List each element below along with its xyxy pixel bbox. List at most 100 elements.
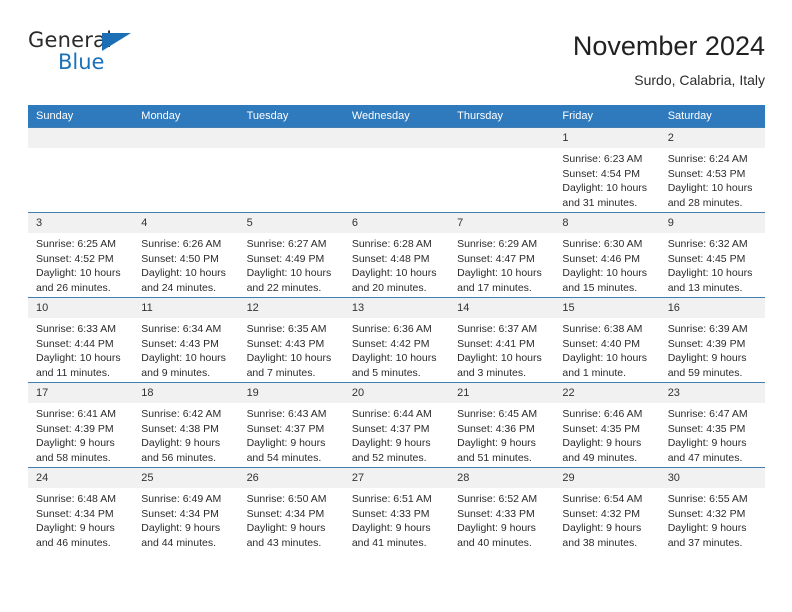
daylight-text: Daylight: 9 hours xyxy=(457,437,536,450)
weekday-header-monday: Monday xyxy=(133,105,239,128)
day-details: Sunrise: 6:51 AM Sunset: 4:33 PM Daylight:… xyxy=(344,488,449,550)
day-details: Sunrise: 6:30 AM Sunset: 4:46 PM Daylight:… xyxy=(554,233,659,295)
calendar-day-cell[interactable]: 21 Sunrise: 6:45 AM Sunset: 4:36 PM Dayligh… xyxy=(449,382,555,468)
daylight-text: Daylight: 10 hours xyxy=(562,267,648,280)
calendar-week-row: 24 Sunrise: 6:48 AM Sunset: 4:34 PM Dayligh… xyxy=(28,467,765,552)
day-number: 29 xyxy=(554,468,660,488)
day-details: Sunrise: 6:49 AM Sunset: 4:34 PM Daylight:… xyxy=(133,488,238,550)
sunrise-text: Sunrise: 6:49 AM xyxy=(141,493,222,505)
sunrise-text: Sunrise: 6:48 AM xyxy=(36,493,116,505)
day-number: 16 xyxy=(659,298,765,318)
day-number: 8 xyxy=(554,213,660,233)
sunrise-text: Sunrise: 6:33 AM xyxy=(36,323,116,335)
daylight-text: Daylight: 9 hours xyxy=(667,352,747,365)
calendar-day-cell[interactable]: 24 Sunrise: 6:48 AM Sunset: 4:34 PM Dayligh… xyxy=(28,467,134,552)
calendar-body: 1 Sunrise: 6:23 AM Sunset: 4:54 PM Daylight… xyxy=(28,127,765,552)
calendar-day-cell[interactable]: 1 Sunrise: 6:23 AM Sunset: 4:54 PM Daylight… xyxy=(554,127,660,213)
sunset-text: Sunset: 4:40 PM xyxy=(562,337,641,350)
daylight-text: Daylight: 9 hours xyxy=(246,522,326,535)
day-details: Sunrise: 6:41 AM Sunset: 4:39 PM Daylight:… xyxy=(28,403,133,465)
daylight-text: Daylight: 9 hours xyxy=(36,522,115,535)
daylight-text: Daylight: 9 hours xyxy=(457,522,536,535)
calendar-day-cell[interactable]: 10 Sunrise: 6:33 AM Sunset: 4:44 PM Dayligh… xyxy=(28,297,134,383)
day-number: 20 xyxy=(343,383,450,403)
sunset-text: Sunset: 4:53 PM xyxy=(667,167,746,180)
sunrise-text: Sunrise: 6:29 AM xyxy=(457,238,538,250)
calendar-day-cell[interactable]: 30 Sunrise: 6:55 AM Sunset: 4:32 PM Dayligh… xyxy=(659,467,765,552)
day-number: 11 xyxy=(133,298,239,318)
day-number: 6 xyxy=(343,213,450,233)
day-details: Sunrise: 6:42 AM Sunset: 4:38 PM Daylight:… xyxy=(133,403,238,465)
day-details: Sunrise: 6:26 AM Sunset: 4:50 PM Daylight:… xyxy=(133,233,238,295)
calendar-day-cell[interactable]: 16 Sunrise: 6:39 AM Sunset: 4:39 PM Dayligh… xyxy=(659,297,765,383)
sunset-text: Sunset: 4:43 PM xyxy=(141,337,219,350)
calendar-day-cell[interactable]: 12 Sunrise: 6:35 AM Sunset: 4:43 PM Dayligh… xyxy=(238,297,344,383)
calendar-day-cell[interactable]: 18 Sunrise: 6:42 AM Sunset: 4:38 PM Dayligh… xyxy=(133,382,239,468)
day-number: 27 xyxy=(343,468,450,488)
sunrise-text: Sunrise: 6:51 AM xyxy=(351,493,432,505)
calendar-day-cell[interactable]: 7 Sunrise: 6:29 AM Sunset: 4:47 PM Daylight… xyxy=(449,212,555,298)
sunset-text: Sunset: 4:50 PM xyxy=(141,252,219,265)
calendar-day-cell[interactable]: 27 Sunrise: 6:51 AM Sunset: 4:33 PM Dayligh… xyxy=(343,467,450,552)
sunrise-text: Sunrise: 6:54 AM xyxy=(562,493,643,505)
sunset-text: Sunset: 4:34 PM xyxy=(141,507,219,520)
day-number: 10 xyxy=(28,298,134,318)
sunrise-text: Sunrise: 6:24 AM xyxy=(667,153,748,165)
calendar-day-cell[interactable]: 23 Sunrise: 6:47 AM Sunset: 4:35 PM Dayligh… xyxy=(659,382,765,468)
generalblue-logo[interactable]: General Blue xyxy=(28,28,140,78)
calendar-day-cell[interactable]: 6 Sunrise: 6:28 AM Sunset: 4:48 PM Daylight… xyxy=(343,212,450,298)
calendar-day-cell[interactable]: 8 Sunrise: 6:30 AM Sunset: 4:46 PM Daylight… xyxy=(554,212,660,298)
day-details xyxy=(133,148,238,152)
sunset-text: Sunset: 4:47 PM xyxy=(457,252,535,265)
day-number: 25 xyxy=(133,468,239,488)
logo-triangle-icon xyxy=(102,33,131,51)
sunset-text: Sunset: 4:46 PM xyxy=(562,252,641,265)
calendar-week-row: 1 Sunrise: 6:23 AM Sunset: 4:54 PM Daylight… xyxy=(28,127,765,213)
calendar-day-cell[interactable]: 22 Sunrise: 6:46 AM Sunset: 4:35 PM Dayligh… xyxy=(554,382,660,468)
sunset-text: Sunset: 4:39 PM xyxy=(36,422,114,435)
calendar-day-cell[interactable]: 5 Sunrise: 6:27 AM Sunset: 4:49 PM Daylight… xyxy=(238,212,344,298)
calendar-day-cell[interactable]: 19 Sunrise: 6:43 AM Sunset: 4:37 PM Dayligh… xyxy=(238,382,344,468)
sunset-text: Sunset: 4:48 PM xyxy=(351,252,430,265)
calendar-day-cell[interactable]: 4 Sunrise: 6:26 AM Sunset: 4:50 PM Daylight… xyxy=(133,212,239,298)
calendar-day-cell[interactable]: 3 Sunrise: 6:25 AM Sunset: 4:52 PM Daylight… xyxy=(28,212,134,298)
day-details: Sunrise: 6:39 AM Sunset: 4:39 PM Daylight:… xyxy=(660,318,765,380)
daylight-text: Daylight: 10 hours xyxy=(562,352,648,365)
calendar-day-cell[interactable]: 26 Sunrise: 6:50 AM Sunset: 4:34 PM Dayligh… xyxy=(238,467,344,552)
daylight-text: and 3 minutes. xyxy=(457,366,527,379)
day-details xyxy=(344,148,449,152)
daylight-text: Daylight: 10 hours xyxy=(351,267,437,280)
sunset-text: Sunset: 4:45 PM xyxy=(667,252,746,265)
calendar-day-cell[interactable]: 15 Sunrise: 6:38 AM Sunset: 4:40 PM Dayligh… xyxy=(554,297,660,383)
calendar-day-cell[interactable]: 13 Sunrise: 6:36 AM Sunset: 4:42 PM Dayligh… xyxy=(343,297,450,383)
sunset-text: Sunset: 4:37 PM xyxy=(351,422,430,435)
day-details: Sunrise: 6:32 AM Sunset: 4:45 PM Daylight:… xyxy=(660,233,765,295)
sunrise-text: Sunrise: 6:45 AM xyxy=(457,408,538,420)
calendar-day-cell[interactable]: 11 Sunrise: 6:34 AM Sunset: 4:43 PM Dayligh… xyxy=(133,297,239,383)
calendar-day-cell[interactable]: 20 Sunrise: 6:44 AM Sunset: 4:37 PM Dayligh… xyxy=(343,382,450,468)
calendar-day-cell-empty xyxy=(238,127,344,213)
page-header: General Blue November 2024 Surdo, Calabr… xyxy=(28,28,765,94)
daylight-text: Daylight: 10 hours xyxy=(141,267,226,280)
daylight-text: Daylight: 10 hours xyxy=(667,182,753,195)
day-details xyxy=(449,148,554,152)
daylight-text: and 49 minutes. xyxy=(562,451,638,464)
calendar-day-cell[interactable]: 28 Sunrise: 6:52 AM Sunset: 4:33 PM Dayligh… xyxy=(449,467,555,552)
day-number: 2 xyxy=(659,128,765,148)
calendar-week-row: 10 Sunrise: 6:33 AM Sunset: 4:44 PM Dayligh… xyxy=(28,297,765,383)
daylight-text: Daylight: 9 hours xyxy=(562,437,642,450)
page-subtitle: Surdo, Calabria, Italy xyxy=(634,72,765,88)
daylight-text: and 1 minute. xyxy=(562,366,627,379)
calendar-day-cell[interactable]: 9 Sunrise: 6:32 AM Sunset: 4:45 PM Daylight… xyxy=(659,212,765,298)
calendar-day-cell[interactable]: 14 Sunrise: 6:37 AM Sunset: 4:41 PM Dayligh… xyxy=(449,297,555,383)
sunset-text: Sunset: 4:32 PM xyxy=(562,507,641,520)
day-number: 28 xyxy=(449,468,555,488)
calendar-day-cell[interactable]: 29 Sunrise: 6:54 AM Sunset: 4:32 PM Dayligh… xyxy=(554,467,660,552)
calendar-day-cell[interactable]: 25 Sunrise: 6:49 AM Sunset: 4:34 PM Dayligh… xyxy=(133,467,239,552)
day-number: 1 xyxy=(554,128,660,148)
daylight-text: Daylight: 10 hours xyxy=(457,352,542,365)
calendar-day-cell[interactable]: 17 Sunrise: 6:41 AM Sunset: 4:39 PM Dayligh… xyxy=(28,382,134,468)
logo-text-general: General xyxy=(28,28,113,52)
daylight-text: Daylight: 10 hours xyxy=(351,352,437,365)
calendar-day-cell[interactable]: 2 Sunrise: 6:24 AM Sunset: 4:53 PM Daylight… xyxy=(659,127,765,213)
